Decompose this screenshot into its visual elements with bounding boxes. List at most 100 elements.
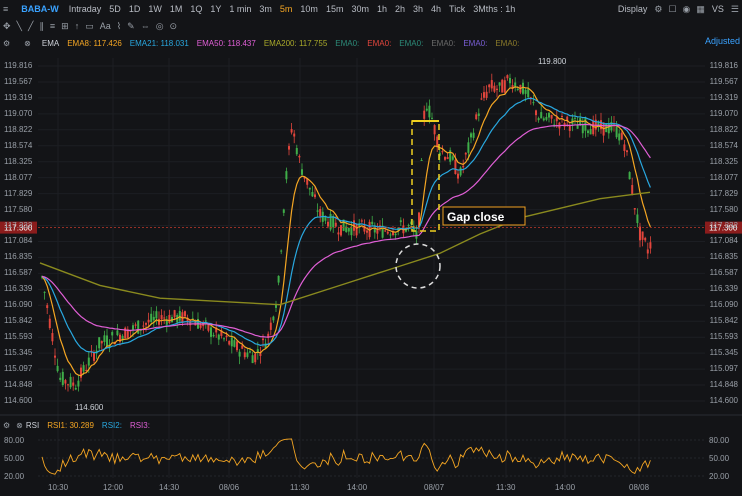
candle-body — [334, 222, 337, 227]
price-tick: 114.600 — [4, 396, 33, 405]
candle-body — [204, 320, 207, 322]
candle-body — [98, 337, 101, 349]
candle-body — [145, 323, 147, 325]
candle-body — [423, 110, 426, 119]
candle-body — [184, 311, 186, 317]
candle-body — [475, 114, 478, 120]
candle-body — [623, 144, 626, 151]
candle-body — [631, 185, 634, 195]
price-tick: 119.319 — [4, 92, 33, 102]
candle-body — [490, 80, 493, 89]
candle-body — [646, 249, 649, 254]
candle-body — [225, 335, 228, 338]
candle-body — [548, 112, 550, 118]
price-tick: 115.345 — [709, 348, 738, 358]
candle-body — [589, 129, 592, 135]
candle-body — [259, 353, 262, 357]
price-tick: 119.816 — [4, 61, 33, 70]
price-tick: 118.574 — [4, 140, 33, 150]
candle-body — [241, 345, 244, 349]
rsi1-label: RSI1: 30.289 — [47, 420, 94, 430]
time-tick: 08/08 — [629, 483, 650, 492]
candle-body — [366, 230, 368, 233]
candle-body — [163, 317, 166, 319]
candle-body — [626, 150, 628, 153]
candle-body — [251, 355, 254, 364]
price-tick: 117.332 — [709, 220, 738, 230]
candle-body — [314, 194, 316, 198]
candle-body — [522, 82, 524, 94]
candle-body — [155, 311, 158, 319]
candle-body — [425, 108, 428, 111]
rsi-tick: 50.00 — [4, 454, 25, 463]
gap-close-label: Gap close — [447, 210, 505, 224]
price-tick: 114.848 — [709, 380, 738, 390]
candle-body — [327, 221, 329, 227]
candle-body — [399, 220, 402, 223]
settings-icon[interactable]: ⚙ — [0, 421, 13, 430]
close-icon[interactable]: ⊗ — [13, 421, 26, 430]
candle-body — [106, 335, 108, 347]
price-tick: 117.332 — [4, 220, 33, 230]
candle-body — [628, 172, 631, 180]
time-axis: 10:30 12:00 14:30 08/06 11:30 14:00 08/07 11:30… — [0, 480, 742, 496]
candle-body — [100, 341, 103, 344]
candle-body — [249, 351, 251, 353]
candle-body — [620, 132, 623, 140]
price-tick: 116.090 — [709, 300, 738, 310]
candle-body — [615, 126, 618, 138]
time-tick: 12:00 — [103, 483, 124, 492]
candle-body — [371, 221, 374, 225]
candle-body — [178, 310, 181, 321]
candle-body — [459, 167, 462, 176]
time-tick: 14:00 — [555, 483, 576, 492]
candle-body — [592, 120, 595, 135]
price-tick: 118.325 — [4, 156, 33, 166]
candle-body — [574, 117, 576, 119]
price-tick: 115.593 — [4, 332, 33, 342]
candle-body — [389, 234, 392, 236]
candle-body — [337, 232, 340, 235]
candle-body — [288, 146, 290, 150]
rsi-name: RSI — [25, 420, 40, 430]
candle-body — [340, 225, 342, 236]
candle-body — [636, 214, 639, 224]
candle-body — [319, 208, 322, 217]
rsi3-label: RSI3: — [129, 420, 150, 430]
candle-body — [360, 220, 363, 222]
candle-body — [431, 117, 433, 119]
rsi2-label: RSI2: — [101, 420, 122, 430]
candle-body — [230, 337, 233, 347]
candle-body — [451, 156, 454, 160]
candle-body — [158, 318, 160, 325]
candle-body — [59, 377, 62, 380]
candle-body — [238, 351, 241, 357]
candle-body — [61, 371, 64, 386]
candle-body — [384, 230, 387, 232]
candle-body — [64, 380, 67, 384]
candle-body — [376, 229, 379, 234]
price-tick: 116.835 — [709, 252, 738, 262]
candle-body — [223, 338, 225, 340]
price-tick: 118.325 — [709, 156, 738, 166]
candle-body — [428, 105, 431, 118]
candle-body — [467, 142, 470, 153]
candle-body — [152, 316, 155, 321]
price-tick: 118.077 — [709, 172, 738, 182]
candle-body — [454, 159, 457, 175]
candle-body — [415, 230, 418, 239]
price-tick: 118.574 — [709, 140, 738, 150]
candle-body — [316, 210, 319, 212]
price-tick: 115.842 — [709, 316, 738, 326]
price-tick: 119.567 — [709, 76, 738, 86]
candle-body — [72, 382, 75, 386]
candle-body — [275, 304, 277, 308]
candle-body — [103, 335, 106, 343]
time-tick: 11:30 — [496, 483, 516, 492]
candle-body — [433, 125, 436, 135]
candle-body — [67, 384, 69, 386]
price-tick: 117.084 — [709, 236, 738, 246]
candle-body — [540, 112, 543, 119]
candle-body — [116, 330, 119, 336]
price-tick: 116.339 — [709, 284, 738, 294]
